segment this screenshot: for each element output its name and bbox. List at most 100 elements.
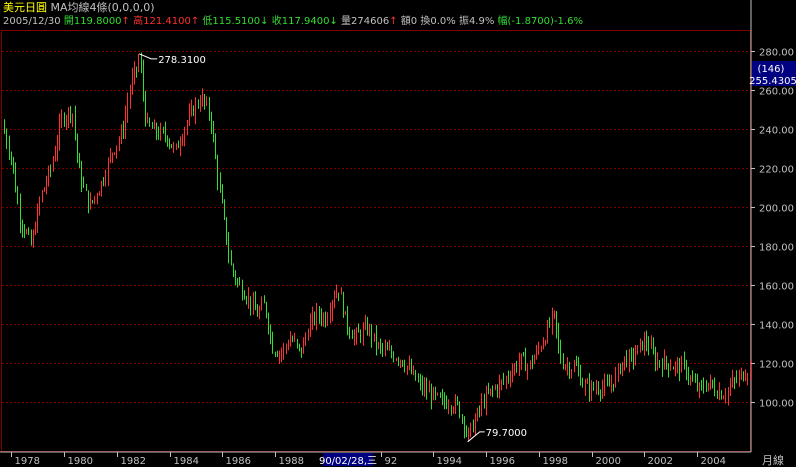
candle-down [235,272,236,280]
candle-up [310,320,311,337]
candle-down [701,383,702,386]
candle-up [125,114,126,133]
candle-up [637,345,638,355]
candle-down [141,60,142,69]
x-tick-label: 1996 [490,456,515,467]
up-arrow-icon: ↑ [121,16,130,27]
candle-up [429,389,430,393]
candle-down [457,399,458,403]
candle-down [149,119,150,125]
candle-down [684,360,685,363]
candle-up [55,153,56,161]
candle-down [9,144,10,155]
candle-down [503,380,504,382]
candle-up [490,388,491,393]
candle-down [549,324,550,326]
candle-down [382,345,383,350]
candle-down [321,316,322,321]
candle-down [215,137,216,159]
candle-down [697,381,698,389]
candle-down [257,310,258,317]
candle-up [664,357,665,370]
candle-up [327,317,328,324]
candle-down [163,128,164,131]
candle-down [380,343,381,346]
y-tick-label: 200.00 [759,204,794,215]
candle-up [506,377,507,381]
candle-down [607,381,608,385]
candle-down [398,359,399,362]
candle-down [462,416,463,419]
candle-up [53,160,54,170]
symbol-title[interactable]: 美元日圓 [3,1,47,14]
candle-up [191,107,192,113]
change-label: 幅 [497,16,508,27]
candle-up [640,340,641,346]
candle-up [184,129,185,140]
candle-up [200,104,201,106]
candle-up [587,382,588,384]
candle-up [719,391,720,398]
candle-up [261,302,262,310]
candle-up [248,296,249,301]
candle-up [187,122,188,130]
candle-down [264,302,265,304]
candle-down [569,365,570,374]
candle-up [134,67,135,77]
candle-up [644,339,645,349]
candle-down [578,365,579,371]
candle-up [121,129,122,140]
candle-down [360,332,361,339]
candle-down [275,353,276,355]
price-chart[interactable]: 100.00 120.00 140.00 160.00 180.00 200.00 220.… [0,0,796,467]
candle-up [68,109,69,119]
candle-down [743,372,744,380]
candle-up [681,360,682,373]
candle-down [28,231,29,233]
candle-down [679,362,680,373]
candle-down [703,385,704,389]
candle-down [92,200,93,202]
candle-down [492,388,493,390]
candle-down [165,130,166,137]
candle-down [266,303,267,316]
candle-down [198,102,199,106]
candle-down [376,333,377,346]
candle-up [409,364,410,367]
candle-down [64,115,65,124]
candle-up [182,139,183,144]
candle-down [422,381,423,390]
candle-up [585,383,586,387]
candle-up [477,409,478,420]
ma-indicator-label[interactable]: MA均線4條(0,0,0,0) [51,1,155,14]
candle-down [268,315,269,330]
candle-down [387,347,388,350]
candle-down [532,361,533,364]
candle-up [35,230,36,233]
candle-up [312,314,313,321]
candle-up [44,187,45,192]
candle-down [648,343,649,349]
period-label[interactable]: 月線 [762,453,784,467]
candle-up [147,119,148,123]
x-tick-label: 1978 [15,456,40,467]
candle-down [325,315,326,324]
candle-down [156,124,157,134]
x-tick-label: 1980 [68,456,93,467]
candle-up [739,375,740,381]
candle-up [677,362,678,365]
candle-up [354,336,355,339]
y-tick-label: 180.00 [759,243,794,254]
candle-up [453,409,454,411]
candle-down [391,349,392,355]
y-tick-label: 240.00 [759,126,794,137]
y-tick-label: 160.00 [759,282,794,293]
candle-down [86,185,87,191]
candle-up [202,95,203,105]
candle-up [534,357,535,364]
candle-down [314,314,315,322]
candle-down [418,379,419,381]
candle-up [132,76,133,90]
candle-up [160,128,161,137]
candle-up [99,192,100,196]
